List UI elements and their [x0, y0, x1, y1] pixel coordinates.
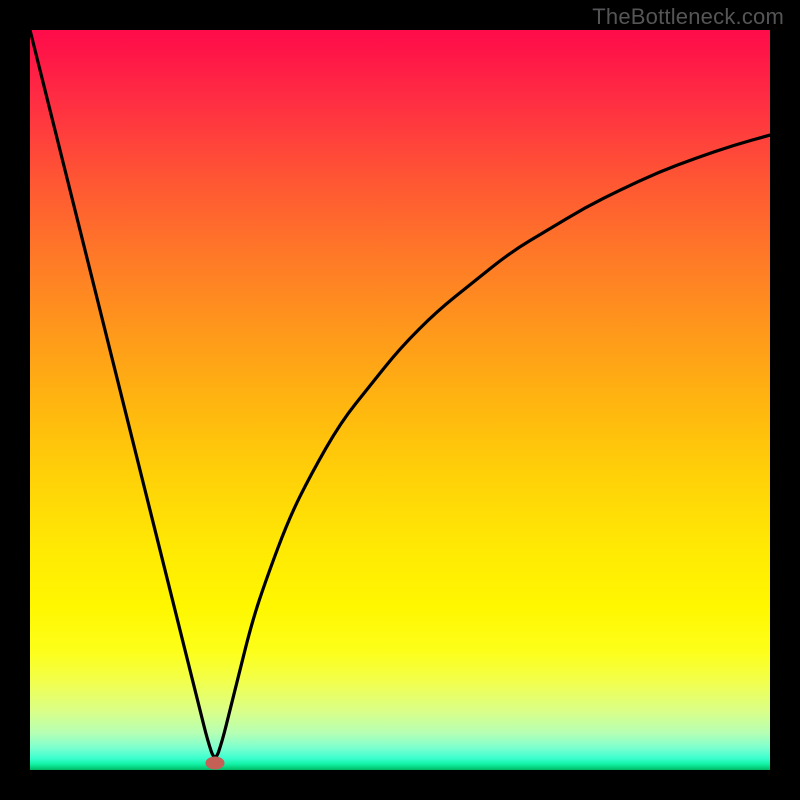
optimum-marker — [206, 756, 225, 769]
chart-frame: TheBottleneck.com — [0, 0, 800, 800]
plot-area — [30, 30, 770, 770]
watermark-text: TheBottleneck.com — [592, 4, 784, 30]
curve-svg — [30, 30, 770, 770]
bottleneck-curve — [30, 30, 770, 757]
